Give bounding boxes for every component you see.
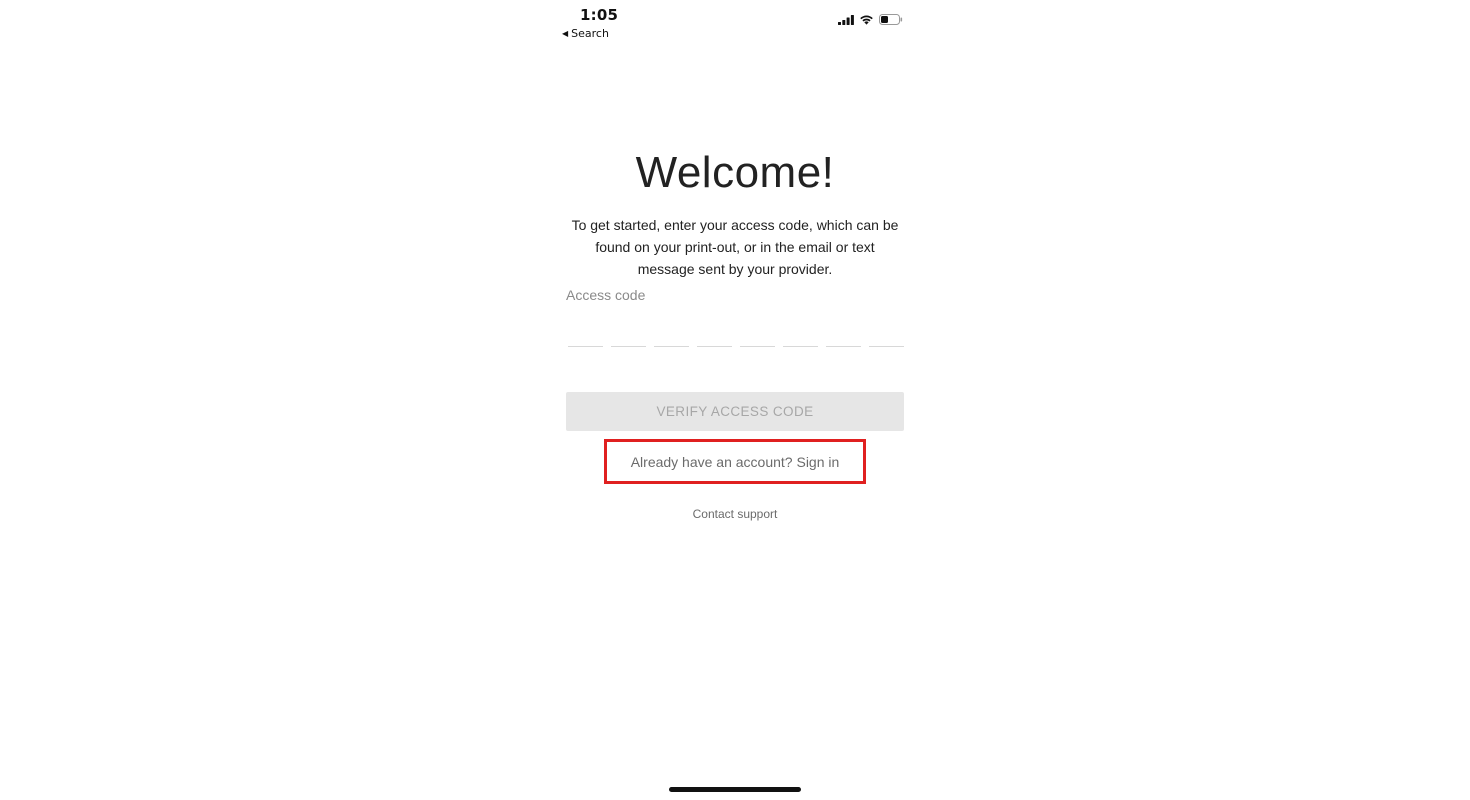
access-code-digit-4[interactable] — [697, 310, 732, 347]
access-code-digit-6[interactable] — [783, 310, 818, 347]
app-screen: 1:05 ◀ Search Welcome! To get started, e… — [0, 0, 1470, 800]
intro-text: To get started, enter your access code, … — [571, 217, 899, 277]
battery-icon — [879, 14, 903, 25]
access-code-digit-5[interactable] — [740, 310, 775, 347]
access-code-digit-2[interactable] — [611, 310, 646, 347]
back-triangle-icon: ◀ — [562, 28, 569, 38]
home-indicator — [669, 787, 801, 792]
access-code-input — [568, 310, 904, 347]
access-code-label: Access code — [566, 287, 646, 303]
status-time: 1:05 — [580, 6, 619, 24]
access-code-digit-3[interactable] — [654, 310, 689, 347]
sign-in-link[interactable]: Already have an account? Sign in — [604, 439, 866, 484]
verify-access-code-button[interactable]: VERIFY ACCESS CODE — [566, 392, 904, 431]
back-to-search-button[interactable]: ◀ Search — [562, 27, 609, 40]
back-label: Search — [571, 27, 609, 40]
cellular-signal-icon — [838, 14, 854, 25]
access-code-digit-8[interactable] — [869, 310, 904, 347]
status-icons — [838, 14, 903, 25]
access-code-digit-1[interactable] — [568, 310, 603, 347]
wifi-icon — [859, 14, 874, 25]
page-title: Welcome! — [635, 148, 835, 197]
access-code-digit-7[interactable] — [826, 310, 861, 347]
contact-support-link[interactable]: Contact support — [566, 507, 904, 521]
